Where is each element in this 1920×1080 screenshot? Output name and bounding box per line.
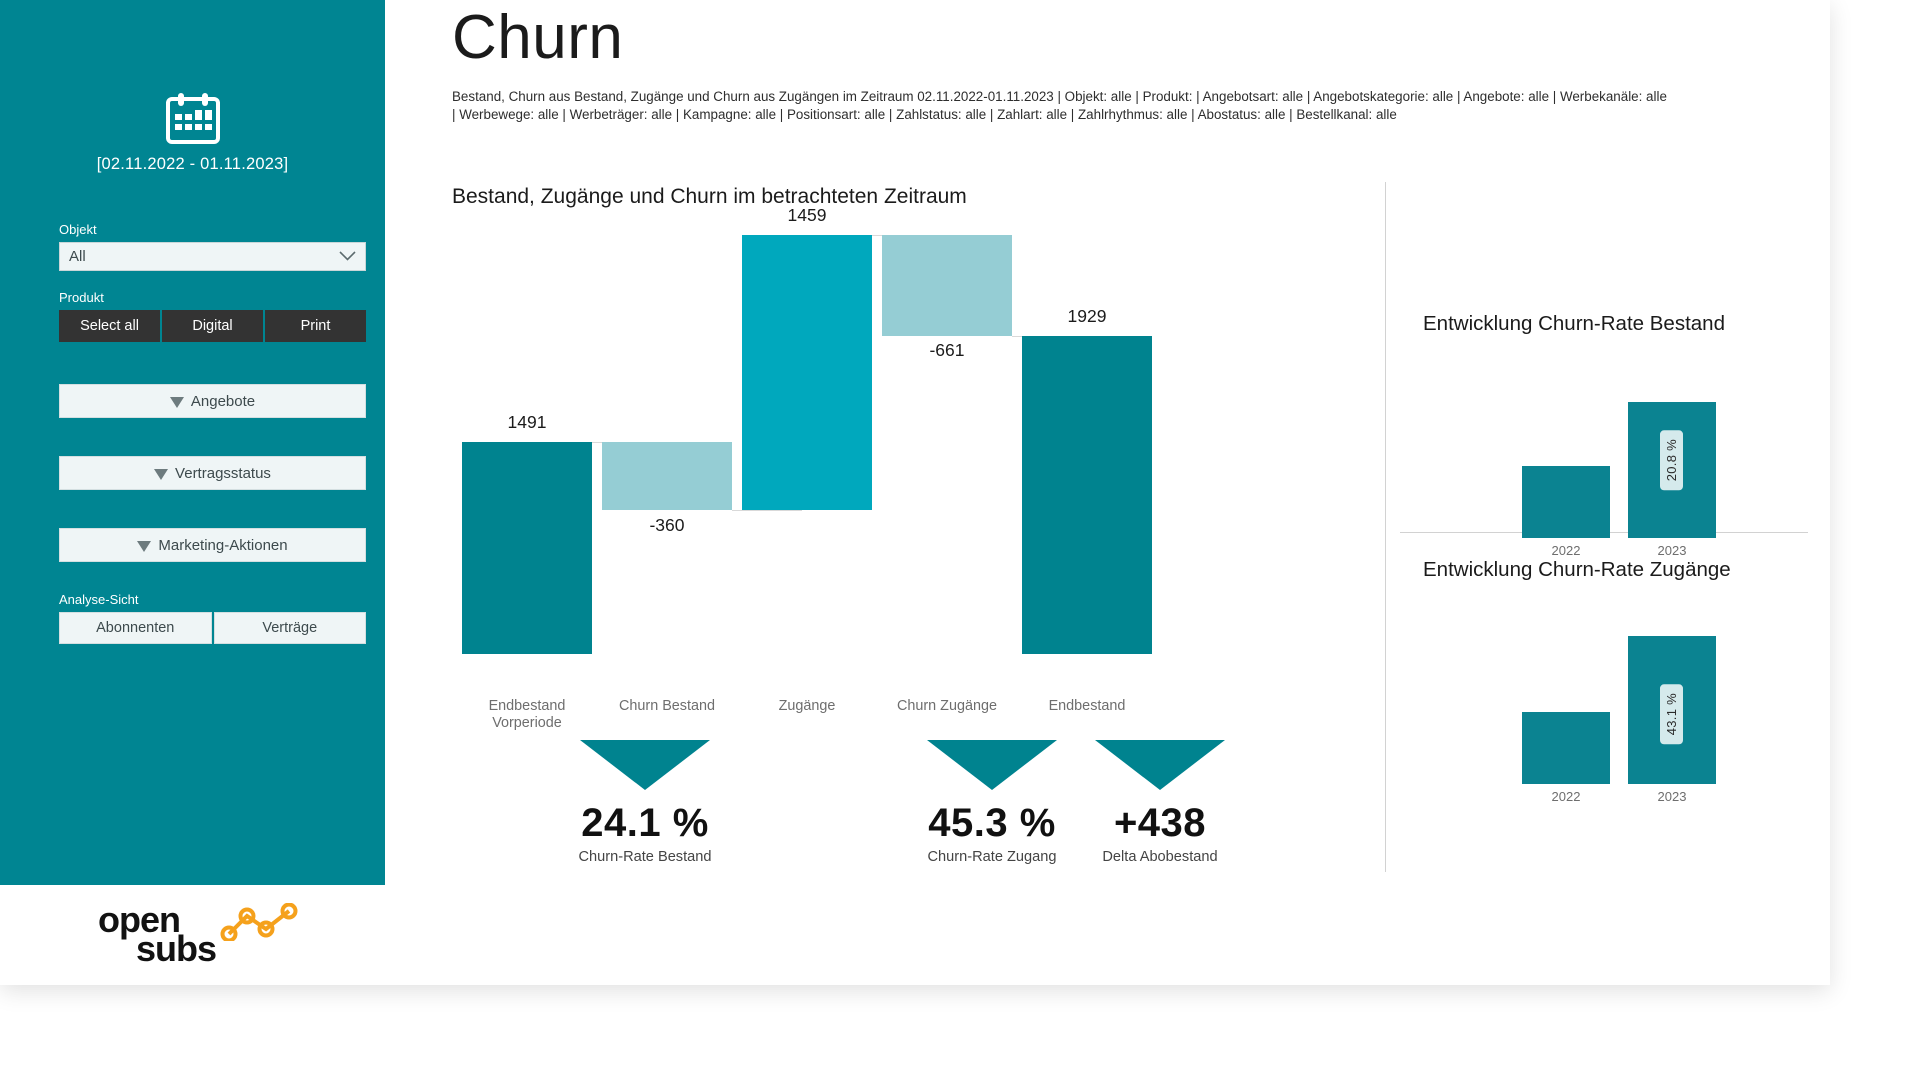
waterfall-value-endbestand: 1929 bbox=[1067, 306, 1107, 326]
mini-data-label-2023: 43.1 % bbox=[1660, 684, 1683, 745]
mini-data-label-2023: 20.8 % bbox=[1660, 430, 1683, 491]
funnel-icon bbox=[154, 468, 169, 480]
funnel-icon bbox=[169, 396, 184, 408]
analyse-sicht-label: Analyse-Sicht bbox=[59, 592, 139, 607]
mini-chart-churn-rate-bestand: 2022 2023 20.8 % bbox=[1400, 360, 1820, 560]
funnel-icon bbox=[137, 540, 152, 552]
mini-chart-zugaenge-title: Entwicklung Churn-Rate Zugänge bbox=[1423, 558, 1731, 581]
kpi-caption: Delta Abobestand bbox=[1102, 849, 1218, 865]
date-range-block: [02.11.2022 - 01.11.2023] bbox=[0, 92, 385, 174]
logo-wordmark: open subs bbox=[98, 902, 217, 967]
objekt-selected-value: All bbox=[69, 248, 86, 265]
filter-summary-line-2: | Werbewege: alle | Werbeträger: alle | … bbox=[452, 106, 1397, 122]
mini-bar-2022[interactable] bbox=[1522, 466, 1610, 538]
analyse-vertraege-button[interactable]: Verträge bbox=[213, 612, 366, 644]
triangle-down-icon bbox=[1095, 740, 1225, 790]
waterfall-chart: 1491 Endbestand Vorperiode -360 Churn Bes… bbox=[452, 205, 1372, 731]
filter-marketing-aktionen-label: Marketing-Aktionen bbox=[158, 536, 288, 554]
filter-summary-line-1: Bestand, Churn aus Bestand, Zugänge und … bbox=[452, 89, 1667, 104]
produkt-button-group: Select all Digital Print bbox=[59, 310, 366, 342]
mini-category-2022: 2022 bbox=[1551, 789, 1581, 804]
produkt-label: Produkt bbox=[59, 290, 104, 305]
produkt-print-button[interactable]: Print bbox=[265, 310, 366, 342]
objekt-label: Objekt bbox=[59, 222, 97, 237]
waterfall-bar-endbestand[interactable] bbox=[1022, 336, 1152, 654]
mini-chart-churn-rate-zugaenge: 2022 2023 43.1 % bbox=[1400, 606, 1820, 806]
page-title: Churn bbox=[452, 3, 624, 72]
produkt-digital-button[interactable]: Digital bbox=[162, 310, 263, 342]
mini-category-2023: 2023 bbox=[1657, 789, 1687, 804]
produkt-select-all-button[interactable]: Select all bbox=[59, 310, 160, 342]
mini-category-2022: 2022 bbox=[1551, 543, 1581, 558]
analyse-button-group: Abonnenten Verträge bbox=[59, 612, 366, 644]
waterfall-value-endbestand-vorperiode: 1491 bbox=[507, 412, 547, 432]
filter-vertragsstatus-button[interactable]: Vertragsstatus bbox=[59, 456, 366, 490]
mini-category-2023: 2023 bbox=[1657, 543, 1687, 558]
kpi-churn-rate-bestand: 24.1 % Churn-Rate Bestand bbox=[535, 740, 755, 865]
kpi-caption: Churn-Rate Bestand bbox=[578, 849, 712, 865]
analyse-abonnenten-button[interactable]: Abonnenten bbox=[59, 612, 212, 644]
filter-summary-text: Bestand, Churn aus Bestand, Zugänge und … bbox=[452, 88, 1812, 123]
mini-chart-bestand-title: Entwicklung Churn-Rate Bestand bbox=[1423, 312, 1725, 335]
waterfall-value-churn-zugaenge: -661 bbox=[929, 340, 965, 360]
objekt-select[interactable]: All bbox=[59, 242, 366, 271]
dashboard-root: [02.11.2022 - 01.11.2023] Objekt All Pro… bbox=[0, 0, 1920, 1080]
waterfall-bar-churn-zugaenge[interactable] bbox=[882, 235, 1012, 336]
kpi-value: 24.1 % bbox=[581, 801, 709, 845]
waterfall-bar-endbestand-vorperiode[interactable] bbox=[462, 442, 592, 654]
filter-angebote-label: Angebote bbox=[190, 392, 256, 410]
brand-logo: open subs bbox=[0, 885, 385, 985]
logo-chart-icon bbox=[220, 902, 298, 946]
date-range-label[interactable]: [02.11.2022 - 01.11.2023] bbox=[0, 155, 385, 174]
waterfall-connector bbox=[732, 510, 802, 511]
waterfall-bar-churn-bestand[interactable] bbox=[602, 442, 732, 510]
filter-angebote-button[interactable]: Angebote bbox=[59, 384, 366, 418]
waterfall-value-zugaenge: 1459 bbox=[787, 205, 827, 225]
kpi-value: +438 bbox=[1113, 801, 1207, 845]
chevron-down-icon bbox=[339, 248, 356, 265]
sidebar: [02.11.2022 - 01.11.2023] Objekt All Pro… bbox=[0, 0, 385, 985]
waterfall-bar-zugaenge[interactable] bbox=[742, 235, 872, 510]
filter-marketing-aktionen-button[interactable]: Marketing-Aktionen bbox=[59, 528, 366, 562]
triangle-down-icon bbox=[580, 740, 710, 790]
kpi-delta-abobestand: +438 Delta Abobestand bbox=[1050, 740, 1270, 865]
panel-vertical-divider bbox=[1385, 182, 1386, 872]
filter-vertragsstatus-label: Vertragsstatus bbox=[175, 464, 271, 482]
mini-bar-2022[interactable] bbox=[1522, 712, 1610, 784]
waterfall-category-endbestand: Endbestand bbox=[1048, 698, 1126, 714]
triangle-down-icon bbox=[927, 740, 1057, 790]
waterfall-value-churn-bestand: -360 bbox=[649, 515, 685, 535]
calendar-icon bbox=[165, 92, 220, 149]
